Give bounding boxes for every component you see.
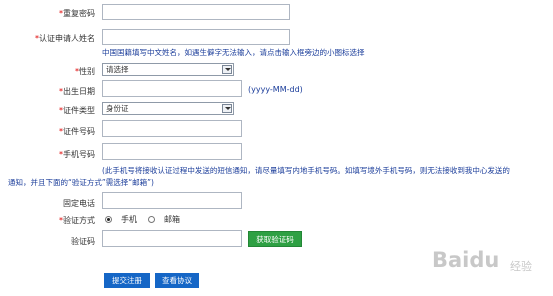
- mobile-label: *手机号码: [0, 149, 95, 160]
- landline-input[interactable]: [102, 192, 242, 209]
- id-number-label-text: 证件号码: [63, 127, 95, 136]
- birthdate-label: *出生日期: [0, 86, 95, 97]
- verify-method-option-mobile: 手机: [121, 215, 137, 224]
- id-type-label-text: 证件类型: [63, 106, 95, 115]
- verify-method-label: *验证方式: [0, 215, 95, 226]
- cert-name-label: *认证申请人姓名: [0, 33, 95, 44]
- birthdate-format-hint: (yyyy-MM-dd): [248, 85, 303, 94]
- id-type-label: *证件类型: [0, 105, 95, 116]
- verify-method-radio-mobile[interactable]: [105, 216, 112, 223]
- baidu-watermark-logo: Baidu: [432, 248, 500, 272]
- mobile-hint-line1: (此手机号将接收认证过程中发送的短信通知，请尽量填写内地手机号码。如填写境外手机…: [102, 166, 510, 175]
- verify-method-radio-email[interactable]: [148, 216, 155, 223]
- cert-name-label-text: 认证申请人姓名: [39, 34, 95, 43]
- verify-code-input[interactable]: [102, 230, 242, 247]
- mobile-label-text: 手机号码: [63, 150, 95, 159]
- verify-code-label: 验证码: [0, 236, 95, 247]
- view-agreement-button[interactable]: 查看协议: [155, 273, 199, 288]
- gender-select-value: 请选择: [106, 65, 129, 74]
- landline-label-text: 固定电话: [63, 199, 95, 208]
- id-type-select[interactable]: 身份证: [102, 102, 234, 115]
- baidu-watermark-sub: 经验: [510, 260, 532, 273]
- chevron-down-icon[interactable]: [222, 65, 232, 74]
- cert-name-hint: 中国国籍填写中文姓名，如遇生僻字无法输入，请点击输入框旁边的小图标选择: [102, 48, 365, 57]
- id-number-input[interactable]: [102, 120, 242, 137]
- confirm-password-label: *重复密码: [0, 8, 95, 19]
- gender-select[interactable]: 请选择: [102, 63, 234, 76]
- verify-method-option-email: 邮箱: [164, 215, 180, 224]
- birthdate-label-text: 出生日期: [63, 87, 95, 96]
- submit-register-button[interactable]: 提交注册: [104, 273, 150, 288]
- birthdate-input[interactable]: [102, 80, 242, 97]
- verify-method-label-text: 验证方式: [63, 216, 95, 225]
- gender-label-text: 性别: [79, 67, 95, 76]
- confirm-password-input[interactable]: [102, 4, 290, 20]
- landline-label: 固定电话: [0, 198, 95, 209]
- gender-label: *性别: [0, 66, 95, 77]
- get-verify-code-button[interactable]: 获取验证码: [248, 231, 302, 247]
- chevron-down-icon[interactable]: [222, 104, 232, 113]
- id-number-label: *证件号码: [0, 126, 95, 137]
- verify-code-label-text: 验证码: [71, 237, 95, 246]
- confirm-password-label-text: 重复密码: [63, 9, 95, 18]
- mobile-input[interactable]: [102, 143, 242, 160]
- id-type-select-value: 身份证: [106, 104, 129, 113]
- mobile-hint-line2: 通知，并且下面的“验证方式”需选择“邮箱”): [8, 178, 154, 187]
- cert-name-input[interactable]: [102, 29, 290, 45]
